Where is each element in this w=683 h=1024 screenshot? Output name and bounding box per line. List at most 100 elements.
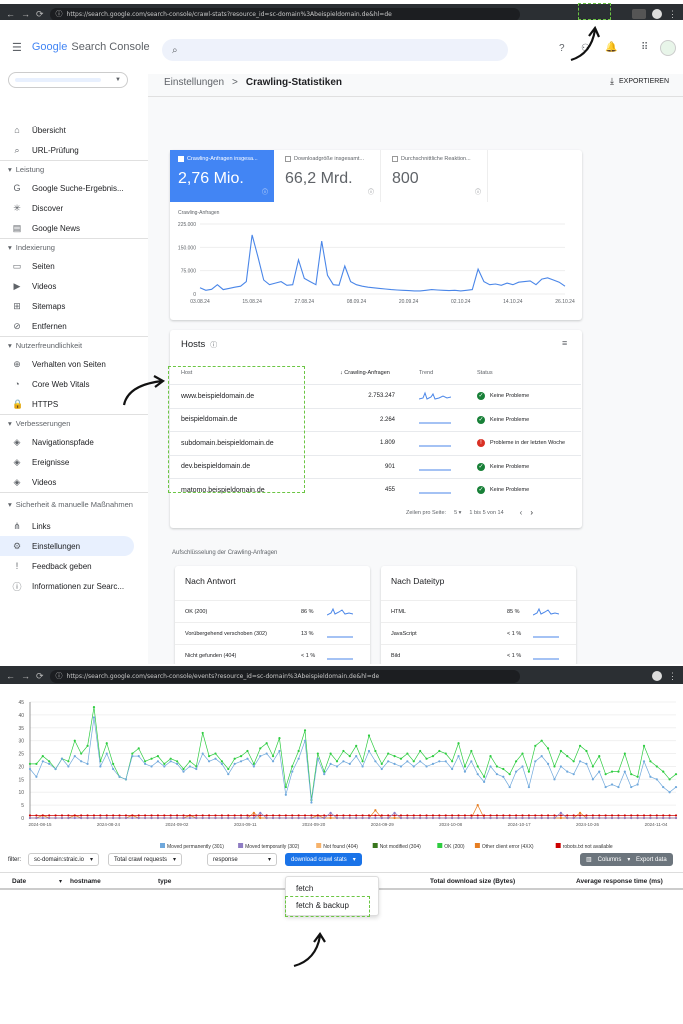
download-crawl-stats-button[interactable]: download crawl stats ▾	[285, 853, 362, 866]
site-info-icon[interactable]: ⓘ	[56, 9, 63, 19]
help-icon[interactable]: ⓘ	[368, 187, 374, 196]
next-page-icon[interactable]: ›	[530, 508, 533, 517]
legend-label[interactable]: Other client error (4XX)	[482, 844, 534, 850]
legend-label[interactable]: Moved permanently (301)	[167, 844, 224, 850]
col-response-time[interactable]: Average response time (ms)	[576, 878, 663, 885]
sidebar-item-3[interactable]: G Google Suche-Ergebnis...	[0, 178, 148, 198]
col-trend: Trend	[419, 370, 434, 376]
by_response-row[interactable]: OK (200) 86 %	[175, 600, 370, 622]
tile-response-time[interactable]: Durchschnittliche Reaktion... 800 ⓘ	[384, 150, 488, 202]
col-date[interactable]: Date	[12, 878, 26, 885]
x-tick-label: 2024-10-26	[576, 822, 600, 827]
chart-ylabel: Crawling-Anfragen	[178, 210, 220, 216]
sidebar-item-8[interactable]: ▶ Videos	[0, 276, 148, 296]
address-bar[interactable]: ⓘ https://search.google.com/search-conso…	[49, 7, 520, 21]
breakdown-title: Aufschlüsselung der Crawling-Anfragen	[172, 550, 278, 556]
home-icon: ⌂	[14, 125, 20, 135]
back-icon[interactable]: ←	[6, 9, 15, 19]
sidebar-item-18[interactable]: ◈ Videos	[0, 472, 148, 492]
forward-icon[interactable]: →	[21, 9, 30, 19]
tile-total-requests[interactable]: Crawling-Anfragen insgesa... 2,76 Mio. ⓘ	[170, 150, 274, 202]
sidebar-item-label: Verhalten von Seiten	[32, 359, 106, 369]
sidebar-item-12[interactable]: ⊕ Verhalten von Seiten	[0, 354, 148, 374]
browser-menu-icon[interactable]: ⋮	[668, 9, 677, 20]
col-requests[interactable]: ↓ Crawling-Anfragen	[340, 370, 390, 376]
row-label: Nicht gefunden (404)	[185, 652, 237, 659]
sidebar-section-label: Verbesserungen	[15, 419, 71, 428]
legend-label[interactable]: OK (200)	[444, 844, 465, 850]
sidebar-item-label: Navigationspfade	[32, 437, 94, 447]
rows-per-page-select[interactable]: 5 ▾	[454, 510, 461, 516]
metric-select[interactable]: Total crawl requests ▾	[108, 853, 183, 866]
legend-label[interactable]: Not modified (304)	[380, 844, 421, 850]
browser-menu-icon[interactable]: ⋮	[668, 671, 677, 682]
site-info-icon[interactable]: ⓘ	[56, 671, 63, 681]
sidebar-item-17[interactable]: ◈ Ereignisse	[0, 452, 148, 472]
legend-swatch	[437, 843, 443, 848]
by_filetype-row[interactable]: Bild < 1 %	[381, 644, 576, 664]
x-tick-label: 20.09.24	[399, 299, 419, 305]
by_filetype-row[interactable]: JavaScript < 1 %	[381, 622, 576, 644]
col-type[interactable]: type	[158, 878, 171, 885]
legend-label[interactable]: robots.txt not available	[563, 844, 613, 850]
sidebar-item-1[interactable]: ⌕ URL-Prüfung	[0, 140, 148, 160]
sidebar-section-19[interactable]: ▾ Sicherheit & manuelle Maßnahmen	[0, 492, 148, 516]
main-content: Einstellungen > Crawling-Statistiken ⤓ E…	[148, 74, 683, 664]
breadcrumb-parent[interactable]: Einstellungen	[164, 77, 224, 88]
sidebar-item-20[interactable]: ⋔ Links	[0, 516, 148, 536]
reload-icon[interactable]: ⟳	[36, 671, 44, 682]
sidebar-item-10[interactable]: ⊘ Entfernen	[0, 316, 148, 336]
bell-icon[interactable]: 🔔	[605, 42, 617, 53]
sidebar-item-21[interactable]: ⚙ Einstellungen	[0, 536, 134, 556]
help-icon[interactable]: ?	[559, 43, 565, 54]
sidebar-item-7[interactable]: ▭ Seiten	[0, 256, 148, 276]
sidebar-section-label: Sicherheit & manuelle Maßnahmen	[15, 500, 133, 509]
columns-button[interactable]: ▥ Columns ▾	[580, 853, 637, 866]
extension-icon[interactable]	[632, 9, 646, 19]
domain-select[interactable]: sc-domain:straic.io ▾	[28, 853, 100, 866]
sidebar-item-16[interactable]: ◈ Navigationspfade	[0, 432, 148, 452]
chevron-down-icon: ▾	[352, 857, 356, 863]
sidebar-item-0[interactable]: ⌂ Übersicht	[0, 120, 148, 140]
search-icon: ⌕	[172, 44, 178, 56]
sidebar-section-6[interactable]: ▾ Indexierung	[0, 238, 148, 256]
help-icon[interactable]: ⓘ	[475, 187, 481, 196]
prev-page-icon[interactable]: ‹	[520, 508, 523, 517]
y-tick-label: 45	[18, 700, 24, 706]
sidebar-item-9[interactable]: ⊞ Sitemaps	[0, 296, 148, 316]
sidebar-item-5[interactable]: ▤ Google News	[0, 218, 148, 238]
account-avatar[interactable]	[660, 40, 676, 56]
sidebar-section-11[interactable]: ▾ Nutzerfreundlichkeit	[0, 336, 148, 354]
chevron-down-icon[interactable]: ▾	[59, 878, 62, 885]
help-icon[interactable]: ⓘ	[262, 187, 268, 196]
forward-icon[interactable]: →	[21, 671, 30, 681]
sidebar-item-22[interactable]: ! Feedback geben	[0, 556, 148, 576]
dimension-select[interactable]: response ▾	[207, 853, 277, 866]
col-hostname[interactable]: hostname	[70, 878, 101, 885]
address-bar[interactable]: ⓘ https://search.google.com/search-conso…	[49, 669, 520, 683]
back-icon[interactable]: ←	[6, 671, 15, 681]
legend-label[interactable]: Moved temporarily (302)	[245, 844, 300, 850]
sidebar-item-4[interactable]: ✳ Discover	[0, 198, 148, 218]
search-input[interactable]: ⌕	[162, 39, 508, 61]
help-icon[interactable]: ⓘ	[210, 340, 217, 350]
legend-label[interactable]: Not found (404)	[323, 844, 358, 850]
sidebar-section-15[interactable]: ▾ Verbesserungen	[0, 414, 148, 432]
profile-avatar[interactable]	[652, 671, 662, 681]
row-percentage: < 1 %	[301, 652, 316, 659]
export-data-button[interactable]: Export data	[630, 853, 673, 866]
by_response-row[interactable]: Nicht gefunden (404) < 1 %	[175, 644, 370, 664]
by_filetype-row[interactable]: HTML 85 %	[381, 600, 576, 622]
tile-download-size[interactable]: Downloadgröße insgesamt... 66,2 Mrd. ⓘ	[277, 150, 381, 202]
reload-icon[interactable]: ⟳	[36, 9, 44, 20]
hamburger-menu-icon[interactable]: ☰	[12, 41, 22, 54]
export-button[interactable]: ⤓ EXPORTIEREN	[610, 76, 669, 87]
profile-avatar[interactable]	[652, 9, 662, 19]
col-download-size[interactable]: Total download size (Bytes)	[430, 878, 515, 885]
sidebar-item-23[interactable]: ⓘ Informationen zur Searc...	[0, 576, 148, 596]
sidebar-section-2[interactable]: ▾ Leistung	[0, 160, 148, 178]
filter-icon[interactable]: ≡	[562, 338, 567, 348]
menu-item-fetch[interactable]: fetch	[296, 884, 313, 893]
by_response-row[interactable]: Vorübergehend verschoben (302) 13 %	[175, 622, 370, 644]
apps-grid-icon[interactable]: ⠿	[641, 42, 648, 53]
